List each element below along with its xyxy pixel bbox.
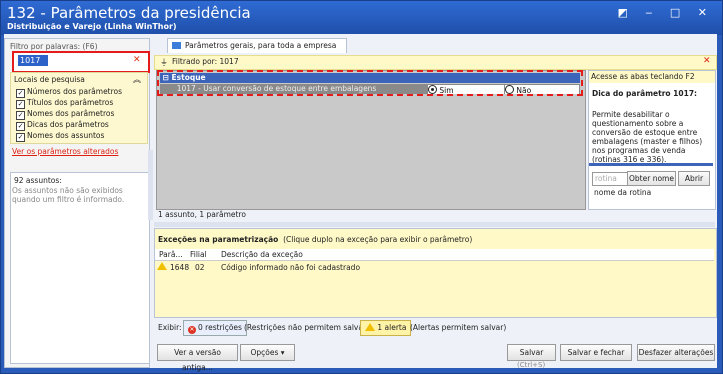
funnel-icon: ⏚ [160,58,168,67]
alerts-hint: (Alertas permitem salvar) [410,323,507,332]
filter-label: Filtro por palavras: (F6) [10,42,98,51]
filter-input[interactable]: 1017 [18,55,48,66]
col-filial[interactable]: Filial [190,249,207,260]
col-desc[interactable]: Descrição da exceção [221,249,303,260]
exceptions-hint: (Clique duplo na exceção para exibir o p… [283,235,473,244]
remove-filter-icon[interactable]: ✕ [703,56,711,66]
checkbox-param-titles[interactable]: ✓ Títulos dos parâmetros [16,98,113,109]
undo-changes-button[interactable]: Desfazer alterações [637,344,715,361]
exceptions-title: Exceções na parametrização [158,235,279,244]
checkbox-param-numbers[interactable]: ✓ Números dos parâmetros [16,87,122,98]
alert-icon [365,323,375,331]
exibir-label: Exibir: [158,323,182,332]
subjects-note: Os assuntos não são exibidos quando um f… [12,186,125,204]
abrir-button[interactable]: Abrir [678,171,710,186]
warning-icon [157,262,167,270]
folder-icon [172,42,181,49]
exceptions-table-header: Parâ... Filial Descrição da exceção [155,249,714,261]
rotina-name: nome da rotina [594,188,652,197]
save-shortcut: (Ctrl+S) [517,361,546,369]
grid-count: 1 assunto, 1 parâmetro [158,210,246,219]
window-title: 132 - Parâmetros da presidência [7,4,251,22]
filter-status: Filtrado por: 1017 [172,57,239,66]
tabs-hint: Acesse as abas teclando F2 [589,71,715,83]
row-filial: 02 [195,263,205,272]
title-bar[interactable]: 132 - Parâmetros da presidência Distribu… [1,1,722,35]
rotina-input[interactable]: rotina [592,172,628,186]
row-desc: Código informado não foi cadastrado [221,263,361,272]
error-icon: ✕ [188,326,196,334]
checkbox-param-tips[interactable]: ✓ Dicas dos parâmetros [16,120,109,131]
restrictions-hint: (Restrições não permitem salvar) [244,323,369,332]
checkbox-subject-names[interactable]: ✓ Nomes dos assuntos [16,131,104,142]
horizontal-splitter[interactable] [154,222,715,227]
options-button[interactable]: Opções ▾ [240,344,295,361]
restrictions-toggle[interactable]: ✕ 0 restrições [183,320,247,336]
exceptions-header: Exceções na parametrização (Clique duplo… [158,235,472,244]
obter-nome-button[interactable]: Obter nome [627,171,676,186]
altered-params-link[interactable]: Ver os parâmetros alterados [12,147,118,156]
tip-separator [589,163,713,166]
old-version-button[interactable]: Ver a versão antiga... [157,344,238,372]
tip-text: Permite desabilitar o questionamento sob… [592,110,703,164]
clear-filter-icon[interactable]: ✕ [133,55,141,65]
window-subtitle: Distribuição e Varejo (Linha WinThor) [7,22,177,31]
vertical-splitter[interactable] [148,150,153,220]
search-places-title: Locais de pesquisa [14,75,85,84]
row-param: 1648 [170,263,190,272]
checkbox-param-names[interactable]: ✓ Nomes dos parâmetros [16,109,114,120]
alerts-toggle[interactable]: 1 alerta [360,320,412,336]
table-row[interactable]: 1648 02 Código informado não foi cadastr… [155,262,714,273]
collapse-chevron-icon[interactable]: ︽ [133,74,141,85]
tip-title: Dica do parâmetro 1017: [592,89,698,98]
highlight-box [157,70,583,96]
subjects-count: 92 assuntos: [14,176,62,185]
save-button[interactable]: Salvar [507,344,556,361]
save-close-button[interactable]: Salvar e fechar [560,344,632,361]
window-controls[interactable]: ◩ ‒ □ ✕ [618,6,715,19]
tab-general-params[interactable]: Parâmetros gerais, para toda a empresa (… [167,38,347,64]
col-param[interactable]: Parâ... [159,249,183,260]
